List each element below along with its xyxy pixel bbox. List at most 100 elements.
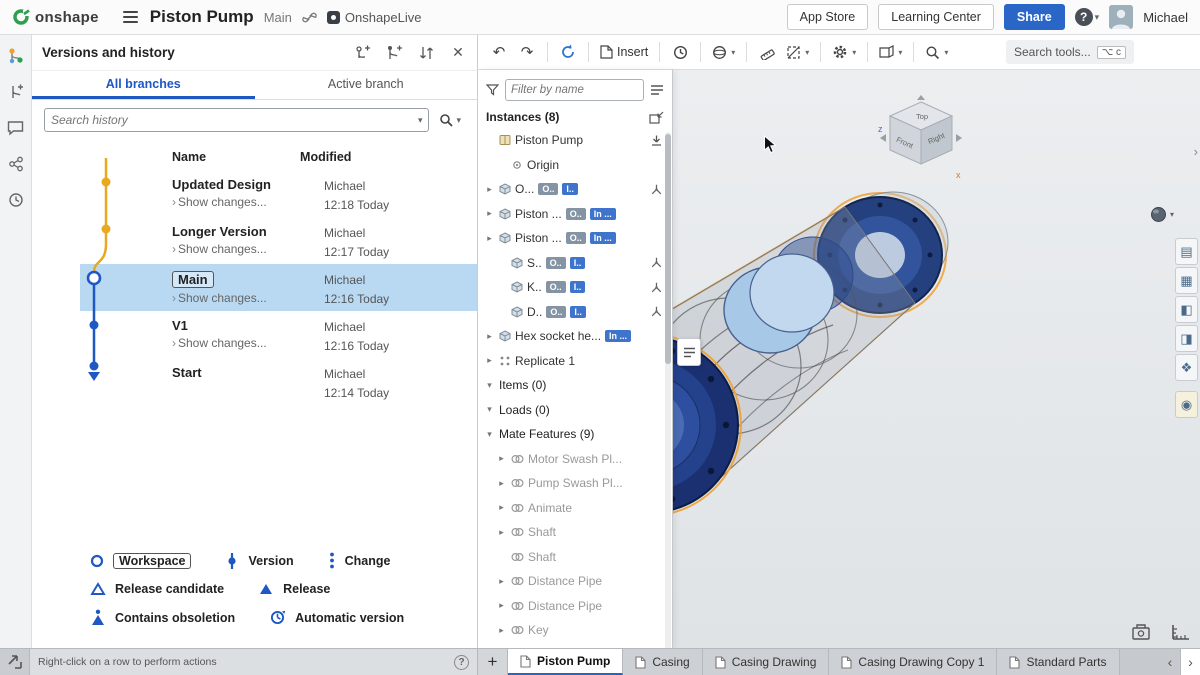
create-version-icon[interactable] xyxy=(7,83,25,101)
scroll-tabs-left-button[interactable]: ‹ xyxy=(1160,649,1180,675)
share-button[interactable]: Share xyxy=(1004,4,1065,30)
tree-row-s[interactable]: S..O..I.. xyxy=(478,251,664,276)
tab-all-branches[interactable]: All branches xyxy=(32,71,255,99)
chevron-right-icon[interactable]: ▸ xyxy=(496,527,507,538)
version-row-longer-version[interactable]: Longer Version ›Show changes... Michael … xyxy=(80,217,477,264)
tree-row-motor-swash-pl[interactable]: ▸Motor Swash Pl... xyxy=(478,447,664,472)
search-history-input[interactable]: ▾ xyxy=(44,108,429,132)
chevron-down-icon[interactable]: ▾ xyxy=(484,404,495,415)
dock-configurations-button[interactable]: ▤ xyxy=(1175,238,1198,265)
tree-row-distance-pipe[interactable]: ▸Distance Pipe xyxy=(478,569,664,594)
selection-list-button[interactable] xyxy=(677,338,701,366)
view-cube[interactable]: Top Front Right z x xyxy=(876,94,966,182)
update-icon[interactable] xyxy=(651,135,662,146)
chevron-right-icon[interactable]: ▸ xyxy=(484,331,495,342)
learning-center-button[interactable]: Learning Center xyxy=(878,4,994,30)
tree-row-d[interactable]: D..O..I.. xyxy=(478,300,664,325)
search-tools[interactable]: Search tools... ⌥ c xyxy=(1006,40,1134,64)
doc-tab-casing[interactable]: Casing xyxy=(623,649,702,675)
chevron-right-icon[interactable]: ▸ xyxy=(496,453,507,464)
dock-comment-button[interactable]: ◉ xyxy=(1175,391,1198,418)
chevron-down-icon[interactable]: ▾ xyxy=(418,115,423,126)
tree-row-origin[interactable]: Origin xyxy=(478,153,664,178)
mate-connector-icon[interactable] xyxy=(651,306,662,317)
show-changes-link[interactable]: ›Show changes... xyxy=(172,242,267,256)
history-clock-icon[interactable] xyxy=(7,191,25,209)
mate-connector-icon[interactable] xyxy=(651,184,662,195)
section-view-button[interactable]: ▾ xyxy=(782,39,813,65)
undo-button[interactable]: ↶ xyxy=(486,39,512,65)
named-positions-button[interactable] xyxy=(667,39,693,65)
chevron-right-icon[interactable]: ▸ xyxy=(496,478,507,489)
tree-row-piston[interactable]: ▸Piston ...O..In ... xyxy=(478,226,664,251)
export-image-icon[interactable] xyxy=(1132,624,1150,640)
filter-field[interactable] xyxy=(511,84,638,96)
filter-icon[interactable] xyxy=(486,84,499,96)
measure-button[interactable] xyxy=(754,39,780,65)
insert-instance-icon[interactable] xyxy=(649,111,664,124)
tree-row-o[interactable]: ▸O...O..I.. xyxy=(478,177,664,202)
scroll-tabs-right-button[interactable]: › xyxy=(1180,649,1200,675)
explode-view-button[interactable]: ▾ xyxy=(921,39,952,65)
chevron-right-icon[interactable]: ▸ xyxy=(484,233,495,244)
units-grid-icon[interactable] xyxy=(1172,624,1190,640)
chevron-right-icon[interactable]: ▸ xyxy=(484,184,495,195)
tree-row-piston-pump[interactable]: Piston Pump xyxy=(478,128,664,153)
tree-row-loads-0[interactable]: ▾Loads (0) xyxy=(478,398,664,423)
dock-display-states-button[interactable]: ◨ xyxy=(1175,325,1198,352)
panel-corner-icon[interactable] xyxy=(0,649,30,675)
comments-icon[interactable] xyxy=(7,119,25,137)
dock-bom-button[interactable]: ▦ xyxy=(1175,267,1198,294)
dock-material-button[interactable]: ❖ xyxy=(1175,354,1198,381)
show-changes-link[interactable]: ›Show changes... xyxy=(172,336,267,350)
chevron-right-icon[interactable]: ▸ xyxy=(496,625,507,636)
tree-row-replicate-1[interactable]: ▸Replicate 1 xyxy=(478,349,664,374)
chevron-right-icon[interactable]: ▸ xyxy=(496,502,507,513)
close-icon[interactable]: ✕ xyxy=(449,44,467,62)
versions-history-icon[interactable] xyxy=(7,47,25,65)
chevron-right-icon[interactable]: ▸ xyxy=(484,208,495,219)
show-changes-link[interactable]: ›Show changes... xyxy=(172,195,271,209)
doc-tab-standard-parts[interactable]: Standard Parts xyxy=(997,649,1119,675)
tree-row-key[interactable]: ▸Key xyxy=(478,618,664,643)
avatar[interactable] xyxy=(1109,5,1133,29)
chevron-down-icon[interactable]: ▾ xyxy=(484,380,495,391)
chevron-right-icon[interactable]: ▸ xyxy=(484,355,495,366)
search-history-field[interactable] xyxy=(51,113,418,127)
help-icon[interactable]: ? xyxy=(454,655,469,670)
rotate-left-arrow[interactable] xyxy=(880,134,886,142)
mate-connector-icon[interactable] xyxy=(651,282,662,293)
chevron-right-icon[interactable]: ▸ xyxy=(496,600,507,611)
list-view-icon[interactable] xyxy=(650,84,664,96)
app-store-button[interactable]: App Store xyxy=(787,4,869,30)
dock-appearance-button[interactable]: ◧ xyxy=(1175,296,1198,323)
create-version-button[interactable] xyxy=(353,44,371,62)
tree-row-shaft[interactable]: ▸Shaft xyxy=(478,520,664,545)
chevron-right-icon[interactable]: ▸ xyxy=(496,576,507,587)
version-row-v1[interactable]: V1 ›Show changes... Michael 12:16 Today xyxy=(80,311,477,358)
onshape-logo[interactable]: onshape xyxy=(12,8,99,26)
export-icon[interactable] xyxy=(7,155,25,173)
tree-row-items-0[interactable]: ▾Items (0) xyxy=(478,373,664,398)
mate-connector-icon[interactable] xyxy=(651,257,662,268)
tree-row-k[interactable]: K..O..I.. xyxy=(478,275,664,300)
menu-icon[interactable] xyxy=(123,11,138,23)
rotate-up-arrow[interactable] xyxy=(917,95,925,100)
tab-active-branch[interactable]: Active branch xyxy=(255,71,478,99)
chevron-down-icon[interactable]: ▾ xyxy=(484,429,495,440)
tree-row-animate[interactable]: ▸Animate xyxy=(478,496,664,521)
rotate-right-arrow[interactable] xyxy=(956,134,962,142)
show-changes-link[interactable]: ›Show changes... xyxy=(172,291,267,305)
version-row-start[interactable]: Start Michael 12:14 Today xyxy=(80,358,477,405)
tree-row-mate-features-9[interactable]: ▾Mate Features (9) xyxy=(478,422,664,447)
create-branch-button[interactable] xyxy=(385,44,403,62)
link-icon[interactable] xyxy=(302,10,317,25)
tree-row-pump-swash-pl[interactable]: ▸Pump Swash Pl... xyxy=(478,471,664,496)
tree-row-shaft[interactable]: Shaft xyxy=(478,545,664,570)
doc-tab-casing-drawing-copy-1[interactable]: Casing Drawing Copy 1 xyxy=(829,649,997,675)
version-row-main[interactable]: Main ›Show changes... Michael 12:16 Toda… xyxy=(80,264,477,311)
tree-row-piston[interactable]: ▸Piston ...O..In ... xyxy=(478,202,664,227)
expand-panel-arrow[interactable]: › xyxy=(1194,144,1198,159)
search-button[interactable]: ▾ xyxy=(435,108,465,132)
display-states-button[interactable]: ▾ xyxy=(708,39,739,65)
